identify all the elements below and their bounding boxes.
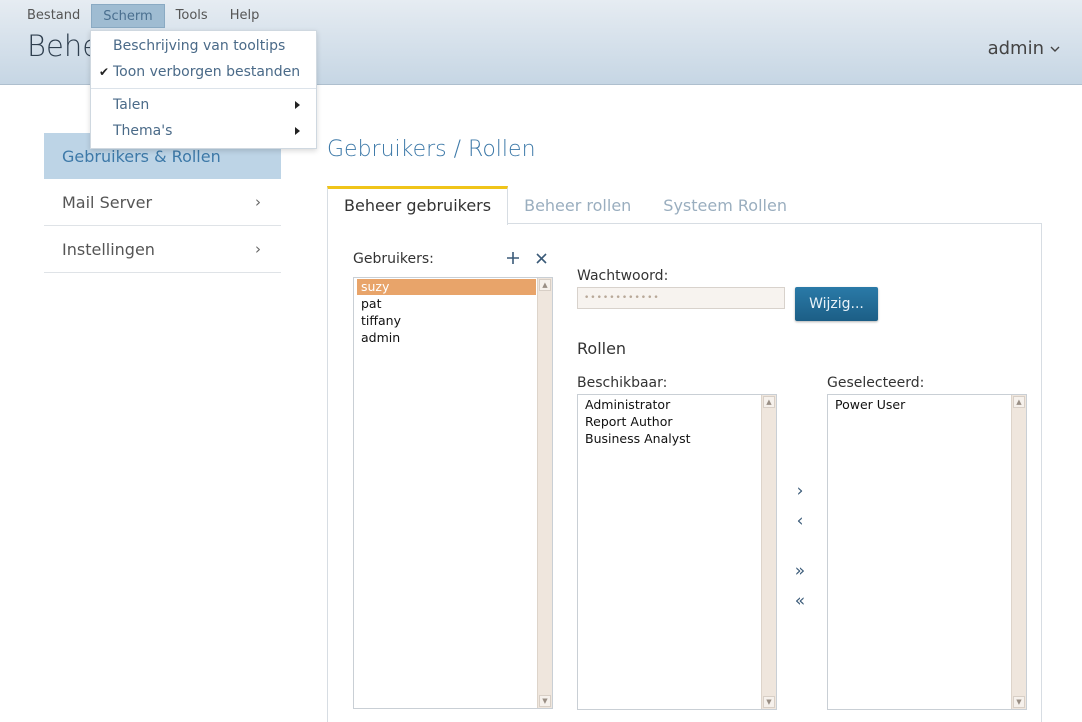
menu-item-themas[interactable]: Thema's [91, 118, 316, 144]
scroll-up-icon[interactable]: ▲ [539, 279, 551, 291]
move-right-button[interactable]: › [791, 483, 809, 500]
menu-tools[interactable]: Tools [165, 4, 219, 28]
scroll-down-icon[interactable]: ▼ [539, 695, 551, 707]
menu-item-talen[interactable]: Talen [91, 92, 316, 118]
sidebar-item-label: Gebruikers & Rollen [62, 147, 221, 166]
menu-scherm[interactable]: Scherm [91, 4, 165, 28]
list-item[interactable]: admin [354, 329, 552, 346]
list-item[interactable]: Business Analyst [578, 430, 776, 447]
menu-help[interactable]: Help [219, 4, 271, 28]
sidebar-item-settings[interactable]: Instellingen › [44, 226, 281, 273]
menu-separator [91, 88, 316, 89]
move-all-left-button[interactable]: « [791, 593, 809, 610]
scroll-down-icon[interactable]: ▼ [1013, 696, 1025, 708]
tab-manage-roles[interactable]: Beheer rollen [508, 186, 647, 224]
list-item[interactable]: Report Author [578, 413, 776, 430]
scherm-dropdown: Beschrijving van tooltips ✔ Toon verborg… [90, 30, 317, 149]
tab-bar: Beheer gebruikers Beheer rollen Systeem … [327, 186, 803, 225]
menubar: Bestand Scherm Tools Help [16, 4, 270, 28]
available-roles-list[interactable]: Administrator Report Author Business Ana… [577, 394, 777, 710]
scroll-down-icon[interactable]: ▼ [763, 696, 775, 708]
menu-bestand[interactable]: Bestand [16, 4, 91, 28]
roles-section-title: Rollen [577, 339, 627, 358]
user-menu[interactable]: admin [988, 38, 1060, 59]
users-list[interactable]: suzy pat tiffany admin ▲ ▼ [353, 277, 553, 709]
submenu-arrow-icon [295, 127, 300, 135]
list-item[interactable]: tiffany [354, 312, 552, 329]
sidebar-item-mail-server[interactable]: Mail Server › [44, 179, 281, 226]
move-left-button[interactable]: ‹ [791, 513, 809, 530]
available-label: Beschikbaar: [577, 375, 668, 391]
sidebar-item-label: Instellingen [62, 240, 155, 259]
chevron-right-icon: › [255, 240, 261, 258]
scroll-up-icon[interactable]: ▲ [1013, 396, 1025, 408]
list-item[interactable]: suzy [357, 279, 536, 295]
dropdown-item-label: Thema's [113, 123, 173, 139]
dropdown-item-label: Toon verborgen bestanden [113, 64, 301, 80]
scrollbar[interactable]: ▲ ▼ [761, 395, 776, 709]
list-item[interactable]: pat [354, 295, 552, 312]
list-item[interactable]: Administrator [578, 396, 776, 413]
scroll-up-icon[interactable]: ▲ [763, 396, 775, 408]
plus-icon [507, 252, 519, 264]
chevron-right-icon: › [255, 193, 261, 211]
scrollbar[interactable]: ▲ ▼ [537, 278, 552, 708]
scrollbar[interactable]: ▲ ▼ [1011, 395, 1026, 709]
sidebar: Gebruikers & Rollen Mail Server › Instel… [44, 133, 281, 273]
sidebar-item-label: Mail Server [62, 193, 153, 212]
user-name: admin [987, 38, 1044, 59]
dropdown-item-label: Talen [113, 97, 150, 113]
menu-item-show-hidden-files[interactable]: ✔ Toon verborgen bestanden [91, 59, 316, 85]
password-field[interactable]: •••••••••••• [577, 287, 785, 309]
password-label: Wachtwoord: [577, 268, 669, 284]
selected-label: Geselecteerd: [827, 375, 925, 391]
checkmark-icon: ✔ [99, 65, 110, 79]
change-password-button[interactable]: Wijzig... [795, 287, 878, 321]
add-user-button[interactable] [506, 251, 520, 269]
chevron-down-icon [1050, 46, 1060, 52]
menu-item-tooltips[interactable]: Beschrijving van tooltips [91, 33, 316, 59]
tab-system-roles[interactable]: Systeem Rollen [647, 186, 803, 224]
dropdown-item-label: Beschrijving van tooltips [113, 38, 286, 54]
tab-manage-users[interactable]: Beheer gebruikers [327, 186, 509, 225]
selected-roles-list[interactable]: Power User ▲ ▼ [827, 394, 1027, 710]
list-item[interactable]: Power User [828, 396, 1026, 413]
submenu-arrow-icon [295, 101, 300, 109]
delete-user-button[interactable] [535, 251, 548, 269]
move-all-right-button[interactable]: » [791, 563, 809, 580]
page-title: Gebruikers / Rollen [327, 137, 536, 162]
users-label: Gebruikers: [353, 251, 434, 267]
close-icon [536, 253, 547, 264]
